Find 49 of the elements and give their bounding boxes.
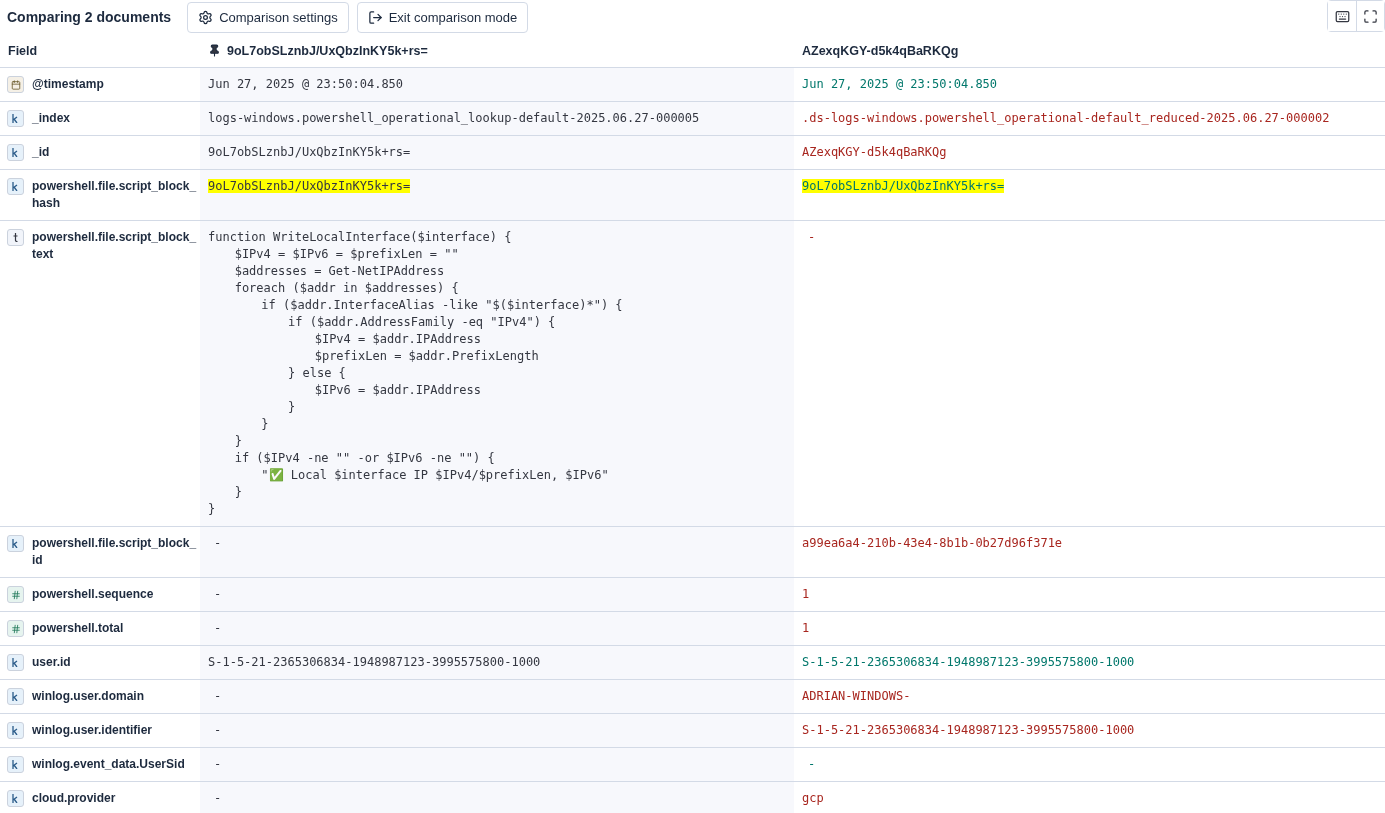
settings-icon: [198, 9, 214, 25]
compared-value: -: [807, 230, 816, 244]
field-value: -: [213, 757, 222, 771]
field-value: Jun 27, 2025 @ 23:50:04.850: [208, 77, 404, 91]
field-name: powershell.total: [32, 620, 124, 637]
field-value: -: [213, 791, 222, 805]
field-name: powershell.file.script_block_id: [32, 535, 198, 569]
compared-value: S-1-5-21-2365306834-1948987123-3995575800-1000: [802, 655, 1135, 669]
field-name: _index: [32, 110, 70, 127]
compared-value: S-1-5-21-2365306834-1948987123-3995575800-1000: [802, 723, 1135, 737]
field-value: 9oL7obSLznbJ/UxQbzInKY5k+rs=: [208, 179, 411, 193]
compared-value: .ds-logs-windows.powershell_operational-default_reduced-2025.06.27-000002: [802, 111, 1330, 125]
field-value: S-1-5-21-2365306834-1948987123-3995575800-1000: [208, 655, 541, 669]
field-value: -: [213, 689, 222, 703]
column-header: Field: [0, 34, 200, 68]
comparison-settings-button[interactable]: Comparison settings: [187, 1, 349, 33]
field-name: user.id: [32, 654, 71, 671]
field-name: @timestamp: [32, 76, 104, 93]
compared-value: 9oL7obSLznbJ/UxQbzInKY5k+rs=: [802, 179, 1005, 193]
field-value: logs-windows.powershell_operational_lookup-default-2025.06.27-000005: [208, 111, 700, 125]
compared-value: 1: [802, 587, 810, 601]
field-name: powershell.sequence: [32, 586, 154, 603]
compared-value: a99ea6a4-210b-43e4-8b1b-0b27d96f371e: [802, 536, 1063, 550]
fullscreen-button[interactable]: [1356, 1, 1384, 31]
compared-value: AZexqKGY-d5k4qBaRKQg: [802, 145, 947, 159]
field-value: -: [213, 723, 222, 737]
field-value: 9oL7obSLznbJ/UxQbzInKY5k+rs=: [208, 145, 411, 159]
compared-value: 1: [802, 621, 810, 635]
field-name: powershell.file.script_block_text: [32, 229, 198, 263]
keyboard-icon: [1334, 8, 1350, 24]
field-name: _id: [32, 144, 50, 161]
compared-value: ADRIAN-WINDOWS-: [802, 689, 911, 703]
compared-value: gcp: [802, 791, 824, 805]
field-value: function WriteLocalInterface($interface) { $IPv4 = $IPv6 = $prefixLen = "" $addresses = Get-NetIPAddress foreach ($addr in $addresses) { if ($addr.InterfaceAlias -like "$($interface)*") { if ($addr.AddressFamily -eq "IPv4") { $IPv4 = $addr.IPAddress $prefixLen = $addr.PrefixLength } else { $IPv6 = $addr.IPAddress } } } if ($IPv4 -ne "" -or $IPv6 -ne "") { "✅ Local $interface IP $IPv4/$prefixLen, $IPv6" } }: [208, 230, 623, 516]
field-name: winlog.user.identifier: [32, 722, 153, 739]
field-name: winlog.event_data.UserSid: [32, 756, 185, 773]
field-name: cloud.provider: [32, 790, 116, 807]
pin-icon: [208, 44, 221, 57]
fullscreen-icon: [1363, 8, 1378, 24]
exit-comparison-button[interactable]: Exit comparison mode: [356, 1, 529, 33]
field-name: winlog.user.domain: [32, 688, 144, 705]
page-title: Comparing 2 documents: [7, 9, 172, 25]
field-value: -: [213, 536, 222, 550]
exit-icon: [367, 9, 383, 25]
field-name: powershell.file.script_block_hash: [32, 178, 198, 212]
compared-value: -: [807, 757, 816, 771]
field-value: -: [213, 621, 222, 635]
compared-value: Jun 27, 2025 @ 23:50:04.850: [802, 77, 998, 91]
field-value: -: [213, 587, 222, 601]
